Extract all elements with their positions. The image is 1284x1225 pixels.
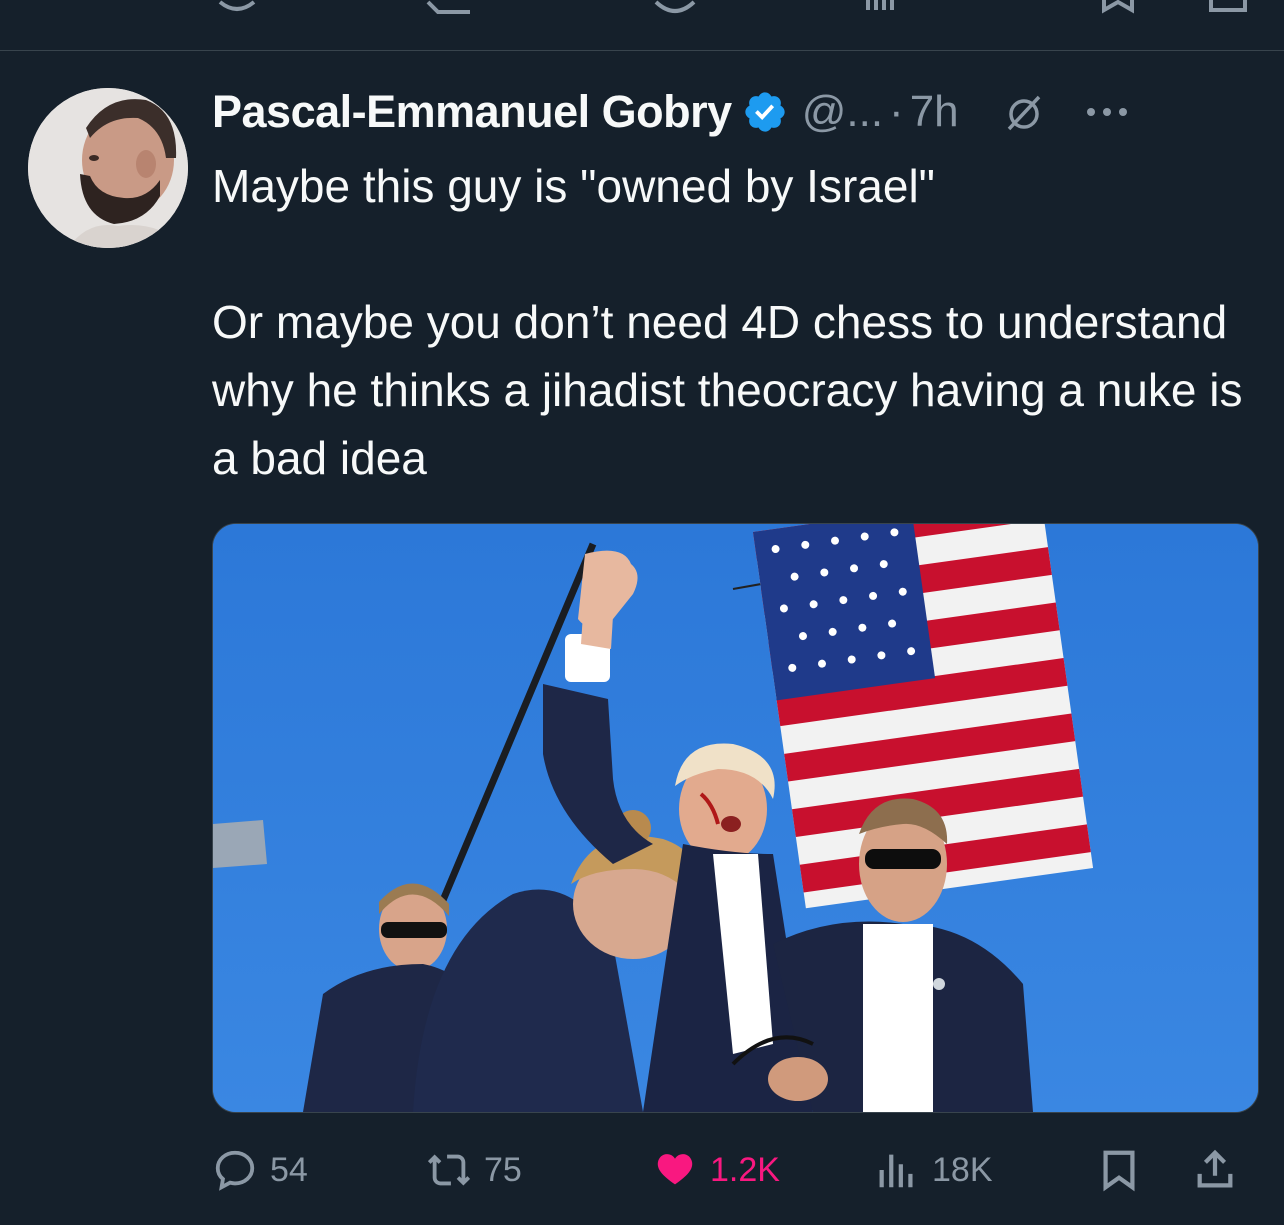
reply-icon [215, 1150, 255, 1191]
views-icon[interactable] [860, 0, 900, 20]
views-button[interactable]: 18K [874, 1140, 993, 1200]
tweet-paragraph-1: Maybe this guy is "owned by Israel" [212, 160, 935, 212]
tweet-text: Maybe this guy is "owned by Israel" Or m… [212, 152, 1252, 492]
views-icon [879, 1154, 913, 1188]
tweet-actions: 54 75 1.2K 18K [212, 1140, 1257, 1200]
separator-dot: · [889, 87, 904, 136]
bookmark-icon [1103, 1150, 1135, 1192]
like-icon [657, 1154, 693, 1185]
retweet-icon [427, 1154, 471, 1186]
reply-button[interactable]: 54 [212, 1140, 308, 1200]
photo-image [213, 524, 1258, 1112]
tweet-divider [0, 50, 1284, 51]
tweet-photo[interactable] [212, 523, 1259, 1113]
avatar[interactable] [28, 88, 188, 248]
tweet-header: Pascal-Emmanuel Gobry @... · 7h [212, 80, 1131, 144]
previous-tweet-actions [0, 0, 1284, 50]
share-button[interactable] [1192, 1140, 1238, 1200]
retweet-icon[interactable] [420, 0, 480, 20]
grok-icon[interactable] [1003, 91, 1045, 133]
avatar-image [28, 88, 188, 248]
verified-badge-icon[interactable] [742, 89, 788, 135]
like-button[interactable]: 1.2K [652, 1140, 780, 1200]
retweet-button[interactable]: 75 [426, 1140, 522, 1200]
tweet-timestamp[interactable]: 7h [910, 87, 959, 137]
bookmark-icon[interactable] [1098, 0, 1148, 20]
bookmark-button[interactable] [1096, 1140, 1142, 1200]
author-display-name[interactable]: Pascal-Emmanuel Gobry [212, 86, 732, 138]
views-count: 18K [932, 1150, 993, 1189]
tweet-paragraph-2: Or maybe you don’t need 4D chess to unde… [212, 296, 1243, 484]
author-handle[interactable]: @... [802, 87, 883, 137]
share-icon[interactable] [1205, 0, 1255, 20]
retweet-count: 75 [484, 1150, 522, 1189]
tweet-detail-screen: Pascal-Emmanuel Gobry @... · 7h Maybe th… [0, 0, 1284, 1225]
like-count: 1.2K [710, 1150, 780, 1189]
reply-icon[interactable] [212, 0, 262, 20]
share-icon [1197, 1149, 1233, 1188]
more-icon[interactable] [1083, 102, 1131, 122]
reply-count: 54 [270, 1150, 308, 1189]
like-icon[interactable] [650, 0, 700, 20]
